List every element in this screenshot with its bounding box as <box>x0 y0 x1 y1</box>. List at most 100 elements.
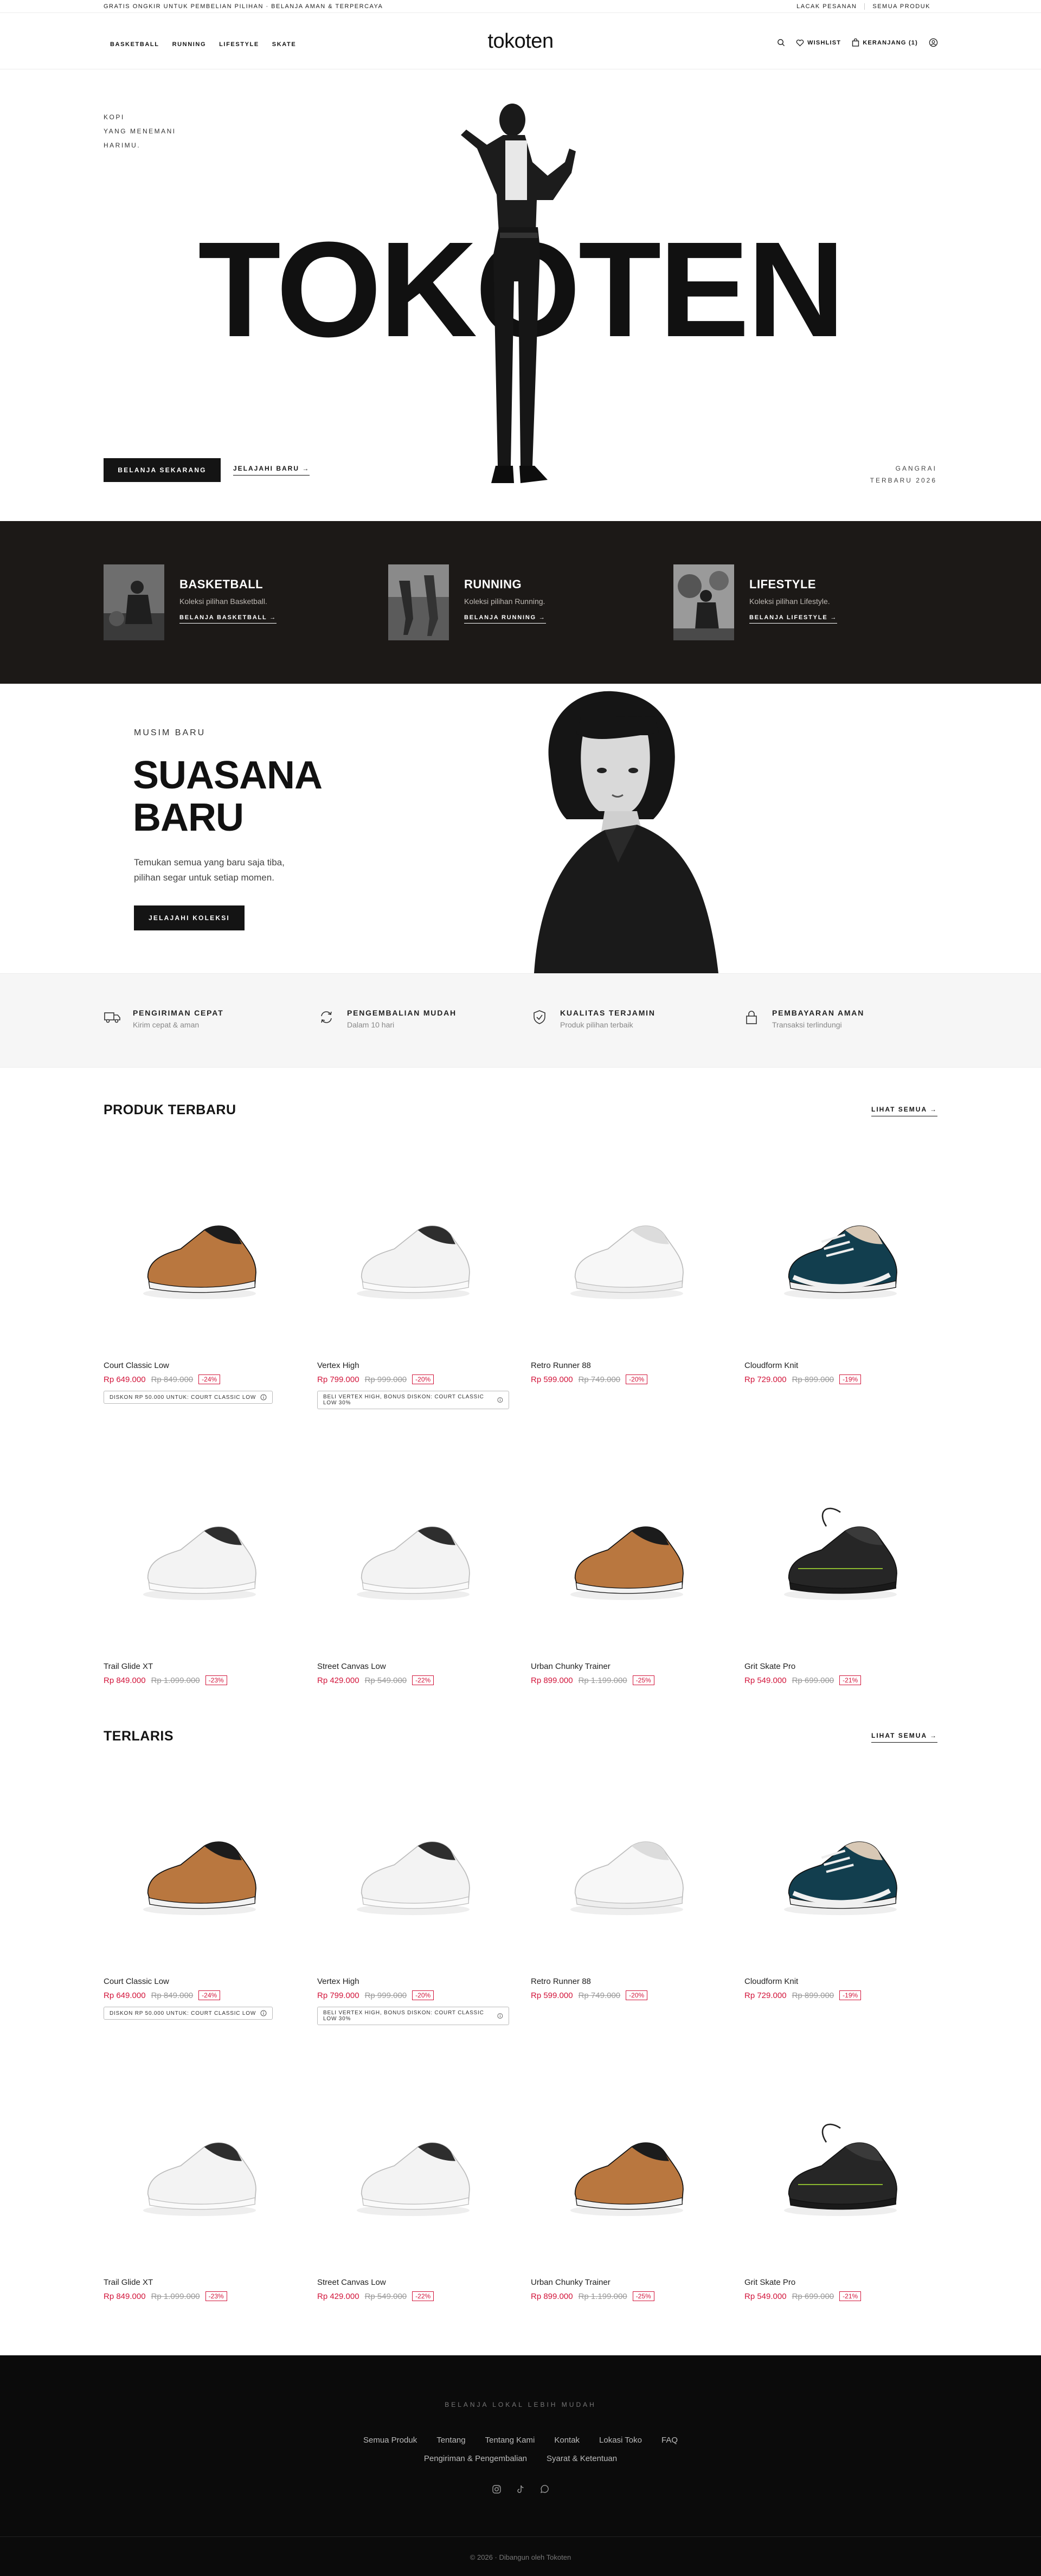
category-link[interactable]: BELANJA LIFESTYLE → <box>749 614 838 624</box>
product-image[interactable] <box>744 1451 936 1658</box>
product-name[interactable]: Trail Glide XT <box>104 1662 295 1671</box>
product-card[interactable]: Vertex High Rp 799.000 Rp 999.000 -20% B… <box>317 1766 509 2025</box>
all-products-link[interactable]: SEMUA PRODUK <box>864 3 938 10</box>
see-all-link[interactable]: LIHAT SEMUA → <box>871 1106 937 1116</box>
promo-badge[interactable]: DISKON RP 50.000 UNTUK: COURT CLASSIC LO… <box>104 2007 273 2020</box>
hero-section: KOPI YANG MENEMANI HARIMU. TOKOTEN BELAN… <box>0 70 1041 521</box>
product-card[interactable]: Urban Chunky Trainer Rp 899.000 Rp 1.199… <box>531 2067 723 2301</box>
product-name[interactable]: Court Classic Low <box>104 1361 295 1370</box>
product-image[interactable] <box>104 2067 295 2273</box>
whatsapp-icon[interactable] <box>539 2484 549 2494</box>
product-image[interactable] <box>317 1151 509 1357</box>
topbar-links: LACAK PESANAN SEMUA PRODUK <box>789 3 938 10</box>
promo-badge[interactable]: BELI VERTEX HIGH, BONUS DISKON: COURT CL… <box>317 1391 509 1409</box>
product-image[interactable] <box>531 1151 723 1357</box>
see-all-link[interactable]: LIHAT SEMUA → <box>871 1732 937 1743</box>
product-image[interactable] <box>531 1766 723 1973</box>
product-card[interactable]: Grit Skate Pro Rp 549.000 Rp 699.000 -21… <box>744 1451 936 1685</box>
account-button[interactable] <box>929 38 938 47</box>
product-card[interactable]: Court Classic Low Rp 649.000 Rp 849.000 … <box>104 1151 295 1404</box>
footer-link[interactable]: Pengiriman & Pengembalian <box>424 2454 527 2463</box>
product-card[interactable]: Street Canvas Low Rp 429.000 Rp 549.000 … <box>317 2067 509 2301</box>
product-image[interactable] <box>317 2067 509 2273</box>
search-button[interactable] <box>777 38 785 47</box>
product-name[interactable]: Urban Chunky Trainer <box>531 1662 723 1671</box>
product-old-price: Rp 699.000 <box>792 2291 834 2301</box>
product-image[interactable] <box>317 1451 509 1658</box>
explore-new-link[interactable]: JELAJAHI BARU → <box>233 465 310 476</box>
product-name[interactable]: Cloudform Knit <box>744 1977 936 1986</box>
promo-badge[interactable]: DISKON RP 50.000 UNTUK: COURT CLASSIC LO… <box>104 1391 273 1404</box>
product-name[interactable]: Urban Chunky Trainer <box>531 2278 723 2287</box>
tiktok-icon[interactable] <box>516 2484 525 2494</box>
category-card-lifestyle[interactable]: LIFESTYLE Koleksi pilihan Lifestyle. BEL… <box>673 564 923 640</box>
track-order-link[interactable]: LACAK PESANAN <box>789 3 864 10</box>
product-price: Rp 549.000 <box>744 1675 787 1685</box>
product-image[interactable] <box>531 1451 723 1658</box>
footer-link[interactable]: FAQ <box>661 2436 678 2445</box>
footer-link[interactable]: Kontak <box>554 2436 580 2445</box>
product-image[interactable] <box>744 1766 936 1973</box>
product-card[interactable]: Grit Skate Pro Rp 549.000 Rp 699.000 -21… <box>744 2067 936 2301</box>
cart-button[interactable]: KERANJANG (1) <box>852 38 918 47</box>
product-name[interactable]: Retro Runner 88 <box>531 1977 723 1986</box>
product-prices: Rp 729.000 Rp 899.000 -19% <box>744 1374 936 1384</box>
product-card[interactable]: Trail Glide XT Rp 849.000 Rp 1.099.000 -… <box>104 2067 295 2301</box>
product-name[interactable]: Grit Skate Pro <box>744 1662 936 1671</box>
product-name[interactable]: Street Canvas Low <box>317 1662 509 1671</box>
product-image[interactable] <box>744 2067 936 2273</box>
wishlist-button[interactable]: WISHLIST <box>796 39 841 47</box>
product-image[interactable] <box>531 2067 723 2273</box>
product-image[interactable] <box>744 1151 936 1357</box>
shop-now-button[interactable]: BELANJA SEKARANG <box>104 458 221 482</box>
product-image[interactable] <box>104 1151 295 1357</box>
product-name[interactable]: Court Classic Low <box>104 1977 295 1986</box>
product-old-price: Rp 999.000 <box>364 1374 407 1384</box>
hero-tagline-line: YANG MENEMANI <box>104 127 176 135</box>
feature-item: PENGIRIMAN CEPAT Kirim cepat & aman <box>104 1008 224 1029</box>
footer-link[interactable]: Lokasi Toko <box>599 2436 642 2445</box>
product-name[interactable]: Trail Glide XT <box>104 2278 295 2287</box>
footer-link[interactable]: Tentang <box>436 2436 465 2445</box>
product-name[interactable]: Street Canvas Low <box>317 2278 509 2287</box>
explore-collection-button[interactable]: JELAJAHI KOLEKSI <box>134 905 245 930</box>
product-card[interactable]: Cloudform Knit Rp 729.000 Rp 899.000 -19… <box>744 1151 936 1384</box>
category-image <box>388 564 449 640</box>
product-card[interactable]: Trail Glide XT Rp 849.000 Rp 1.099.000 -… <box>104 1451 295 1685</box>
footer-link[interactable]: Tentang Kami <box>485 2436 535 2445</box>
product-card[interactable]: Vertex High Rp 799.000 Rp 999.000 -20% B… <box>317 1151 509 1409</box>
product-name[interactable]: Retro Runner 88 <box>531 1361 723 1370</box>
site-footer: BELANJA LOKAL LEBIH MUDAH Semua Produk T… <box>0 2355 1041 2576</box>
product-name[interactable]: Cloudform Knit <box>744 1361 936 1370</box>
discount-badge: -23% <box>205 2291 227 2301</box>
category-card-basketball[interactable]: BASKETBALL Koleksi pilihan Basketball. B… <box>104 564 353 640</box>
product-image[interactable] <box>104 1766 295 1973</box>
feature-subtitle: Produk pilihan terbaik <box>560 1020 633 1029</box>
product-old-price: Rp 849.000 <box>151 1990 194 2000</box>
promo-badge[interactable]: BELI VERTEX HIGH, BONUS DISKON: COURT CL… <box>317 2007 509 2025</box>
product-image[interactable] <box>104 1451 295 1658</box>
product-image[interactable] <box>317 1766 509 1973</box>
footer-divider <box>0 2536 1041 2537</box>
footer-tagline: BELANJA LOKAL LEBIH MUDAH <box>445 2401 596 2408</box>
product-card[interactable]: Retro Runner 88 Rp 599.000 Rp 749.000 -2… <box>531 1766 723 2000</box>
product-prices: Rp 429.000 Rp 549.000 -22% <box>317 2291 509 2301</box>
product-card[interactable]: Court Classic Low Rp 649.000 Rp 849.000 … <box>104 1766 295 2020</box>
footer-link[interactable]: Syarat & Ketentuan <box>547 2454 617 2463</box>
discount-badge: -20% <box>412 1374 434 1384</box>
product-card[interactable]: Cloudform Knit Rp 729.000 Rp 899.000 -19… <box>744 1766 936 2000</box>
discount-badge: -25% <box>632 1675 654 1685</box>
product-card[interactable]: Retro Runner 88 Rp 599.000 Rp 749.000 -2… <box>531 1151 723 1384</box>
category-link[interactable]: BELANJA BASKETBALL → <box>179 614 277 624</box>
category-link[interactable]: BELANJA RUNNING → <box>464 614 546 624</box>
announcement-bar: GRATIS ONGKIR UNTUK PEMBELIAN PILIHAN · … <box>0 0 1041 13</box>
footer-link[interactable]: Semua Produk <box>363 2436 417 2445</box>
product-card[interactable]: Street Canvas Low Rp 429.000 Rp 549.000 … <box>317 1451 509 1685</box>
product-name[interactable]: Vertex High <box>317 1361 509 1370</box>
product-name[interactable]: Vertex High <box>317 1977 509 1986</box>
category-card-running[interactable]: RUNNING Koleksi pilihan Running. BELANJA… <box>388 564 638 640</box>
product-price: Rp 729.000 <box>744 1374 787 1384</box>
product-name[interactable]: Grit Skate Pro <box>744 2278 936 2287</box>
instagram-icon[interactable] <box>492 2484 502 2494</box>
product-card[interactable]: Urban Chunky Trainer Rp 899.000 Rp 1.199… <box>531 1451 723 1685</box>
